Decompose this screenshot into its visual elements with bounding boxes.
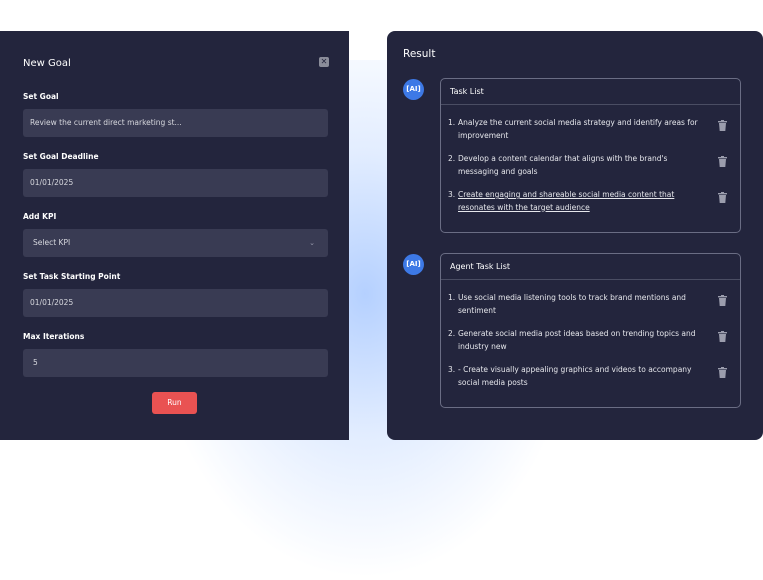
kpi-select[interactable]: Select KPI ⌄ — [23, 229, 328, 257]
task-number: 2. — [448, 154, 456, 163]
set-goal-label: Set Goal — [23, 92, 59, 101]
trash-icon[interactable] — [718, 367, 727, 378]
task-number: 2. — [448, 329, 456, 338]
task-text: Use social media listening tools to trac… — [458, 293, 686, 315]
ai-avatar: [AI] — [403, 79, 424, 100]
card-heading: Task List — [441, 79, 740, 105]
task-text: Develop a content calendar that aligns w… — [458, 154, 668, 176]
task-text-link[interactable]: Create engaging and shareable social med… — [458, 190, 674, 212]
close-icon[interactable]: ✕ — [319, 57, 329, 67]
max-iterations-input[interactable]: 5 — [23, 349, 328, 377]
task-item: 2. Develop a content calendar that align… — [441, 153, 740, 178]
chevron-down-icon: ⌄ — [309, 239, 315, 247]
task-item[interactable]: 3. Create engaging and shareable social … — [441, 189, 740, 214]
task-items: 1. Analyze the current social media stra… — [441, 117, 740, 214]
panel-title: New Goal — [23, 58, 71, 69]
card-heading: Agent Task List — [441, 254, 740, 280]
add-kpi-label: Add KPI — [23, 212, 57, 221]
goal-deadline-input[interactable]: 01/01/2025 — [23, 169, 328, 197]
trash-icon[interactable] — [718, 295, 727, 306]
task-text: Analyze the current social media strateg… — [458, 118, 698, 140]
task-number: 3. — [448, 190, 456, 199]
task-number: 1. — [448, 293, 456, 302]
set-goal-input[interactable]: Review the current direct marketing st..… — [23, 109, 328, 137]
task-item: 2. Generate social media post ideas base… — [441, 328, 740, 353]
goal-deadline-label: Set Goal Deadline — [23, 152, 99, 161]
run-button[interactable]: Run — [152, 392, 197, 414]
task-number: 3. — [448, 365, 456, 374]
task-text: Generate social media post ideas based o… — [458, 329, 696, 351]
ai-avatar: [AI] — [403, 254, 424, 275]
trash-icon[interactable] — [718, 331, 727, 342]
task-item: 3. - Create visually appealing graphics … — [441, 364, 740, 389]
task-start-input[interactable]: 01/01/2025 — [23, 289, 328, 317]
task-item: 1. Analyze the current social media stra… — [441, 117, 740, 142]
result-panel: Result [AI] Task List 1. Analyze the cur… — [387, 31, 763, 440]
task-item: 1. Use social media listening tools to t… — [441, 292, 740, 317]
max-iterations-label: Max Iterations — [23, 332, 85, 341]
task-items: 1. Use social media listening tools to t… — [441, 292, 740, 389]
task-list-card: Task List 1. Analyze the current social … — [440, 78, 741, 233]
result-title: Result — [403, 48, 436, 60]
kpi-select-placeholder: Select KPI — [33, 238, 71, 247]
new-goal-panel: New Goal ✕ Set Goal Review the current d… — [0, 31, 349, 440]
task-start-label: Set Task Starting Point — [23, 272, 121, 281]
task-text: - Create visually appealing graphics and… — [458, 365, 692, 387]
trash-icon[interactable] — [718, 156, 727, 167]
trash-icon[interactable] — [718, 192, 727, 203]
trash-icon[interactable] — [718, 120, 727, 131]
agent-task-list-card: Agent Task List 1. Use social media list… — [440, 253, 741, 408]
task-number: 1. — [448, 118, 456, 127]
